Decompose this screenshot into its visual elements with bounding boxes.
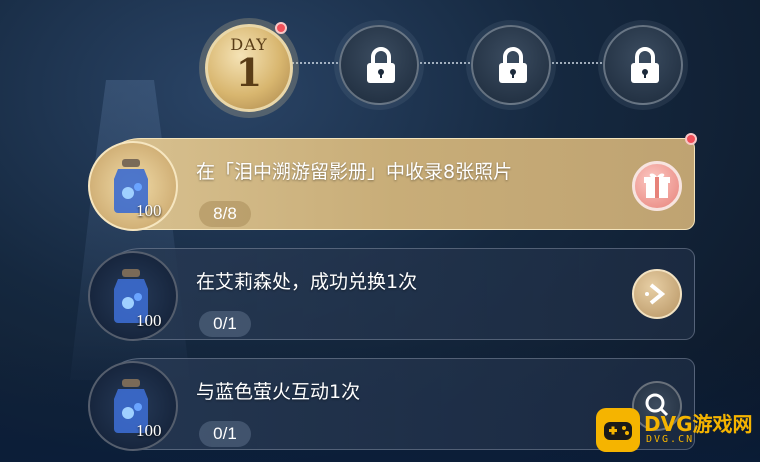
task-progress: 0/1 [199, 421, 251, 447]
task-row-collect-photos[interactable]: 100 在「泪中溯游留影册」中收录8张照片 8/8 [88, 138, 695, 231]
site-watermark: DVG游戏网 DVG.CN [596, 406, 753, 454]
day-2-locked[interactable] [339, 25, 419, 105]
reward-quantity: 100 [136, 421, 162, 440]
gift-icon [644, 173, 670, 198]
task-title: 在艾莉森处，成功兑换1次 [196, 271, 418, 293]
task-title: 与蓝色萤火互动1次 [196, 381, 361, 403]
reward-icon-frame [88, 361, 178, 451]
reward-icon-frame [88, 141, 178, 231]
task-progress: 8/8 [199, 201, 251, 227]
day-4-locked[interactable] [603, 25, 683, 105]
reward-quantity: 100 [136, 201, 162, 220]
task-1-notification-dot [685, 133, 697, 145]
task-row-exchange[interactable]: 100 在艾莉森处，成功兑换1次 0/1 [88, 248, 695, 341]
lock-icon [367, 47, 395, 83]
day-1-badge[interactable]: DAY 1 [205, 24, 293, 112]
claim-gift-button[interactable] [632, 161, 682, 211]
go-arrow-icon [645, 283, 666, 305]
gamepad-icon [604, 422, 632, 440]
watermark-logo [596, 408, 640, 452]
lock-icon [631, 47, 659, 83]
reward-icon-frame [88, 251, 178, 341]
watermark-name: DVG游戏网 [644, 412, 753, 436]
task-progress: 0/1 [199, 311, 251, 337]
day-number: 1 [235, 50, 263, 95]
lock-icon [499, 47, 527, 83]
go-button[interactable] [632, 269, 682, 319]
day-3-locked[interactable] [471, 25, 551, 105]
task-title: 在「泪中溯游留影册」中收录8张照片 [196, 161, 513, 183]
day-1-notification-dot [275, 22, 287, 34]
watermark-url: DVG.CN [646, 434, 695, 445]
day-track: DAY 1 [205, 22, 695, 112]
reward-quantity: 100 [136, 311, 162, 330]
